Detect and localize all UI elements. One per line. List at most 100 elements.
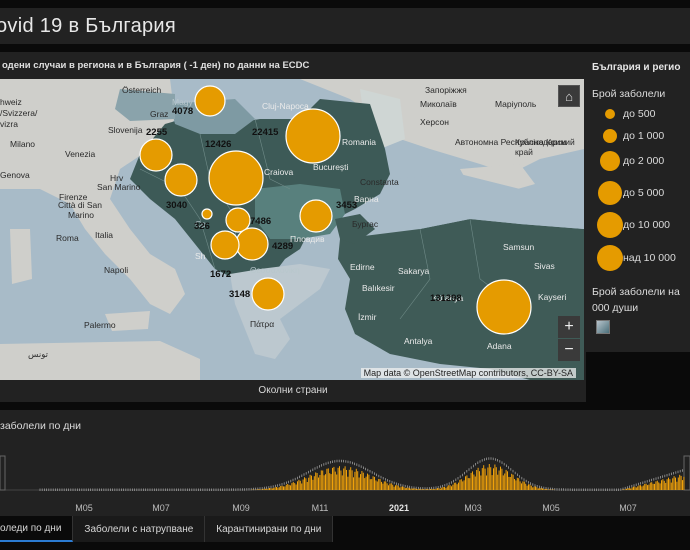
chart-tick: M05 [542,503,560,513]
chart-bar [276,487,277,490]
chart-bar [648,484,650,490]
chart-bar [291,483,293,490]
daily-cases-chart[interactable] [0,442,690,502]
chart-bar [319,475,321,490]
chart-bar [518,478,520,490]
chart-bar [647,485,648,490]
chart-bar [539,487,541,490]
chart-tick: M03 [464,503,482,513]
chart-tick: M05 [75,503,93,513]
chart-bar [444,487,445,490]
bubble-bosnia[interactable] [164,163,198,197]
chart-bar [305,478,307,490]
chart-bar [505,469,507,490]
chart-bar [336,474,338,490]
chart-range-handle-right[interactable] [683,455,690,491]
chart-bar [480,475,482,490]
chart-tick: M09 [232,503,250,513]
chart-bar [299,480,301,490]
chart-tick: M07 [152,503,170,513]
count-bosnia: 3040 [166,200,188,211]
chart-bar [631,487,633,490]
chart-bar [504,473,506,490]
chart-bar [628,488,630,490]
chart-bar [351,470,353,490]
chart-bar [348,469,350,490]
chart-bar [508,476,510,490]
count-austria: 4078 [172,106,194,117]
title-bar: ovid 19 в България [0,8,690,44]
map-title: одени случаи в региона и в България ( -1… [2,60,310,71]
chart-bar [654,483,655,490]
chart-bar [514,479,515,490]
chart-bar [295,484,297,490]
chart-range-handle[interactable] [0,455,6,491]
chart-bar [369,479,371,490]
chart-bar [395,485,396,490]
bubble-bulgaria[interactable] [299,199,333,233]
bubble-montenegro[interactable] [201,208,213,220]
bubble-turkey[interactable] [476,279,532,335]
bubble-serbia[interactable] [208,150,264,206]
bubble-albania[interactable] [210,230,240,260]
zoom-out-button[interactable]: − [558,339,580,361]
chart-bar [488,464,490,490]
chart-bar [453,482,455,490]
chart-bar [389,483,391,490]
chart-bar [677,477,679,490]
chart-bar [522,481,524,490]
legend-item-label: до 2 000 [623,155,665,167]
chart-bar [318,477,319,490]
bubble-croatia[interactable] [139,138,173,172]
bubble-north-macedonia[interactable] [235,227,269,261]
tab-quarantined-per-day[interactable]: Карантинирани по дни [205,516,334,542]
legend-panel: България и регио Брой заболели до 500 до… [586,52,690,352]
chart-bar [358,477,360,490]
legend-dot-icon [597,245,623,271]
chart-bar [365,476,367,490]
map-attribution[interactable]: Map data © OpenStreetMap contributors, C… [360,368,576,378]
chart-bar [382,483,384,490]
chart-bar [502,475,504,490]
chart-bar [284,486,286,490]
chart-bar [353,477,354,490]
chart-bar [316,473,318,490]
chart-bar [347,476,349,490]
chart-bar [658,482,660,490]
chart-bar [280,486,282,490]
chart-bar [640,485,641,490]
bubble-austria[interactable] [194,85,226,117]
chart-bar [446,486,448,490]
chart-bar [264,488,266,490]
chart-bar [378,478,380,490]
legend-item-3: до 2 000 [592,151,664,171]
bubble-romania[interactable] [285,108,341,164]
chart-bar [542,488,543,490]
chart-bar [329,473,331,490]
chart-bar [651,482,653,490]
zoom-in-button[interactable]: + [558,316,580,338]
legend-dot-icon [600,151,620,171]
chart-bar [306,482,308,490]
legend-size-title: Брой заболели [592,88,666,100]
chart-bar [665,482,667,490]
legend-dot-icon [597,212,623,238]
chart-bar [523,481,525,490]
home-button[interactable]: ⌂ [558,85,580,107]
bubble-greece[interactable] [251,277,285,311]
map-view[interactable]: Österreich hweiz /Svizzera/ vizra Sloven… [0,79,584,380]
legend-item-label: до 1 000 [623,130,665,142]
tab-cases-per-day[interactable]: оледи по дни [0,516,74,542]
chart-bar [533,486,535,490]
legend-item-6: над 10 000 [592,245,676,271]
chart-bar [515,480,517,490]
chart-bar [680,475,682,490]
chart-bar [495,467,497,490]
chart-bar [529,484,531,490]
chart-tick: M11 [311,503,329,513]
chart-bar [656,480,658,490]
tab-cumulative-cases[interactable]: Заболели с натрупване [73,516,206,542]
count-north-macedonia: 4289 [272,241,294,252]
chart-bar [516,477,518,490]
chart-bar [501,468,503,490]
